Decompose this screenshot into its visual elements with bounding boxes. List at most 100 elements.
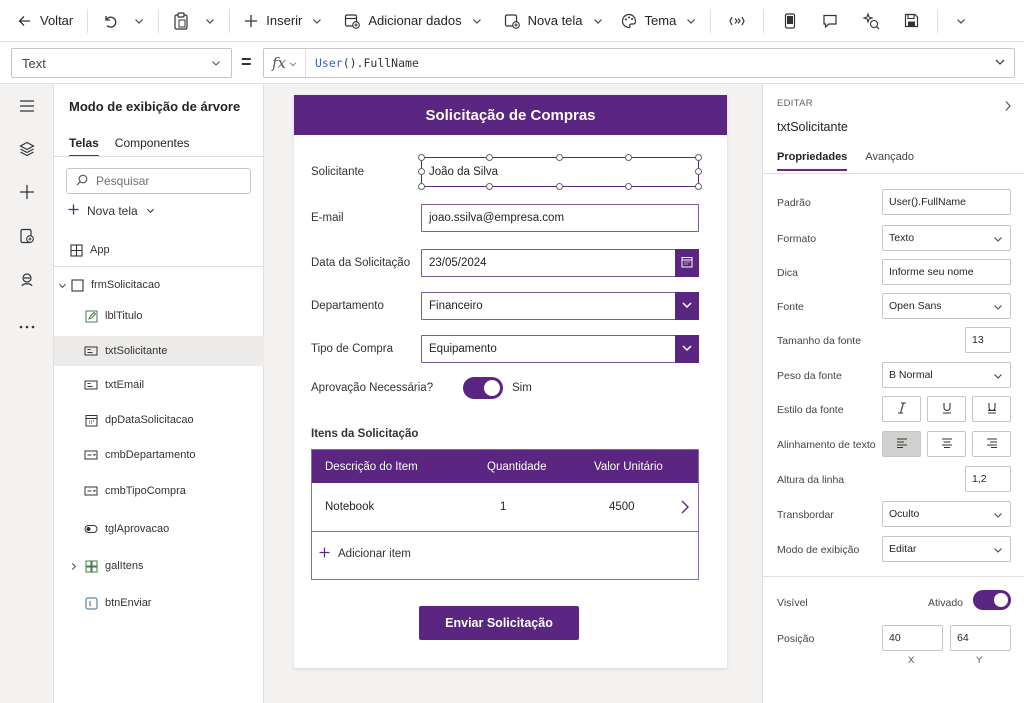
more-commands-button[interactable] [944,0,978,42]
tab-advanced[interactable]: Avançado [865,151,914,171]
overflow-dropdown[interactable]: Oculto [882,501,1011,527]
align-center-button[interactable] [927,431,966,457]
add-item-button[interactable]: Adicionar item [319,547,411,561]
submit-button[interactable]: Enviar Solicitação [419,606,579,640]
position-x-field[interactable]: 40 [882,625,943,651]
connections-button[interactable] [717,0,757,42]
tree-view-button[interactable] [14,137,40,163]
tree-item-tglAprovacao[interactable]: tglAprovacao [54,514,264,544]
button-icon [84,596,98,610]
resize-handle[interactable] [556,183,563,190]
resize-handle[interactable] [695,168,702,175]
strikethrough-button[interactable] [972,396,1011,422]
font-size-field[interactable]: 13 [965,327,1011,353]
format-dropdown[interactable]: Texto [882,225,1011,251]
visible-toggle[interactable] [973,590,1011,610]
insert-button[interactable]: Inserir [236,0,330,42]
resize-handle[interactable] [418,154,425,161]
app-checker-button[interactable] [770,0,810,42]
back-button[interactable]: Voltar [10,0,81,42]
properties-panel: EDITAR txtSolicitante Propriedades Avanç… [762,84,1024,703]
tab-screens[interactable]: Telas [69,136,99,157]
item-quantity: 1 [500,501,507,513]
align-left-button[interactable] [882,431,921,457]
date-picker[interactable]: 23/05/2024 [421,249,699,277]
resize-handle[interactable] [625,154,632,161]
line-height-field[interactable]: 1,2 [965,466,1011,492]
underline-button[interactable] [927,396,966,422]
display-mode-dropdown[interactable]: Editar [882,536,1011,562]
italic-button[interactable] [882,396,921,422]
tree-item-cmbDepartamento[interactable]: cmbDepartamento [54,440,264,470]
chevron-right-icon[interactable] [680,499,690,518]
tree-item-btnEnviar[interactable]: btnEnviar [54,588,264,618]
chevron-down-icon [681,342,693,357]
calendar-button[interactable] [675,249,699,277]
menu-button[interactable] [14,94,40,120]
form-header[interactable]: Solicitação de Compras [294,95,727,135]
tree-item-dpDataSolicitacao[interactable]: dpDataSolicitacao [54,405,264,435]
resize-handle[interactable] [486,183,493,190]
tree-item-txtSolicitante[interactable]: txtSolicitante [54,336,264,366]
tab-properties[interactable]: Propriedades [777,151,848,171]
search-input[interactable]: Pesquisar [66,168,251,194]
gallery-row[interactable]: Notebook 1 4500 [312,483,698,532]
theme-button[interactable]: Tema [613,0,705,42]
copilot-button[interactable] [850,0,892,42]
insert-rail-button[interactable] [14,180,40,206]
properties-tabs: Propriedades Avançado [777,151,914,171]
paste-button[interactable] [165,0,197,42]
font-weight-dropdown[interactable]: B Normal [882,362,1011,388]
tree-item-galItens[interactable]: galItens [54,551,264,581]
resize-handle[interactable] [418,183,425,190]
undo-button[interactable] [94,0,126,42]
resize-handle[interactable] [695,183,702,190]
chevron-right-icon[interactable] [1004,100,1012,115]
date-value: 23/05/2024 [429,257,487,269]
save-icon [904,13,919,28]
approval-toggle[interactable] [463,377,503,399]
save-button[interactable] [892,0,931,42]
tree-item-label: galItens [105,560,144,572]
align-right-button[interactable] [972,431,1011,457]
position-y-value: 64 [957,632,969,644]
department-dropdown-button[interactable] [675,292,699,320]
email-value: joao.ssilva@empresa.com [429,212,565,224]
resize-handle[interactable] [418,168,425,175]
new-screen-button[interactable]: Nova tela [496,0,611,42]
display-mode-value: Editar [889,543,917,555]
resize-handle[interactable] [556,154,563,161]
default-field[interactable]: User().FullName [882,189,1011,215]
add-data-button[interactable]: Adicionar dados [336,0,489,42]
purchase-type-dropdown-button[interactable] [675,335,699,363]
resize-handle[interactable] [486,154,493,161]
tree-item-txtEmail[interactable]: txtEmail [54,370,264,400]
calendar-icon [681,256,693,271]
data-button[interactable] [14,224,40,250]
hint-field[interactable]: Informe seu nome [882,259,1011,285]
tree-item-lblTitulo[interactable]: lblTitulo [54,301,264,331]
resize-handle[interactable] [625,183,632,190]
property-dropdown[interactable]: Text [11,48,232,78]
email-input[interactable]: joao.ssilva@empresa.com [421,204,699,232]
tree-item-frmSolicitacao[interactable]: frmSolicitacao [54,270,264,300]
more-button[interactable] [14,312,40,338]
paste-menu-button[interactable] [197,0,223,42]
tab-components[interactable]: Componentes [115,136,190,157]
tree-item-app[interactable]: App [54,235,264,265]
purchase-type-combobox[interactable]: Equipamento [421,335,699,363]
position-y-field[interactable]: 64 [950,625,1011,651]
undo-menu-button[interactable] [126,0,152,42]
undo-icon [102,13,118,29]
font-dropdown[interactable]: Open Sans [882,293,1011,319]
media-button[interactable] [14,268,40,294]
tree-item-cmbTipoCompra[interactable]: cmbTipoCompra [54,476,264,506]
new-screen-link[interactable]: Nova tela [68,204,155,218]
department-combobox[interactable]: Financeiro [421,292,699,320]
comments-button[interactable] [810,0,850,42]
fx-button[interactable]: fx [264,49,306,77]
expand-formula-icon[interactable] [994,56,1006,71]
formula-input[interactable]: fx User().FullName [263,48,1015,78]
chevron-down-icon [593,16,603,26]
resize-handle[interactable] [695,154,702,161]
